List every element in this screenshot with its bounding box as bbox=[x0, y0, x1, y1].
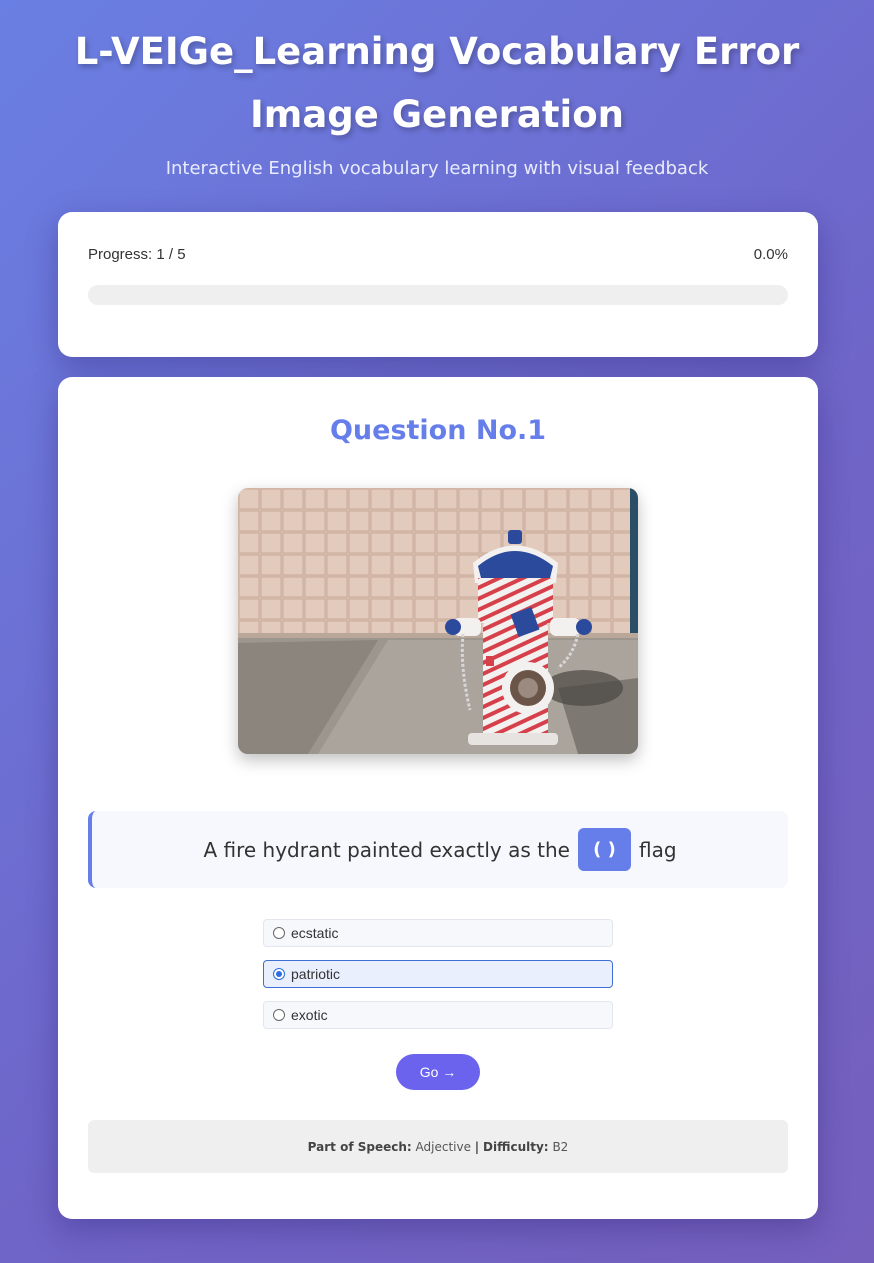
go-button-wrap: Go → bbox=[88, 1054, 788, 1090]
radio-button[interactable] bbox=[273, 1009, 285, 1021]
sentence-before: A fire hydrant painted exactly as the bbox=[203, 837, 570, 862]
answer-options: ecstatic patriotic exotic bbox=[263, 919, 613, 1029]
part-of-speech-value: Adjective bbox=[415, 1139, 471, 1154]
difficulty-value: B2 bbox=[552, 1139, 569, 1154]
option-ecstatic[interactable]: ecstatic bbox=[263, 919, 613, 947]
option-label: exotic bbox=[291, 1007, 328, 1023]
part-of-speech-label: Part of Speech: bbox=[307, 1139, 412, 1154]
option-exotic[interactable]: exotic bbox=[263, 1001, 613, 1029]
option-label: ecstatic bbox=[291, 925, 339, 941]
progress-row: Progress: 1 / 5 0.0% bbox=[88, 246, 788, 263]
sentence-after: flag bbox=[638, 837, 677, 862]
go-button[interactable]: Go → bbox=[396, 1054, 480, 1090]
question-title: Question No.1 bbox=[329, 415, 547, 446]
option-patriotic[interactable]: patriotic bbox=[263, 960, 613, 988]
answer-blank: ( ) bbox=[577, 828, 631, 871]
meta-separator: | bbox=[474, 1139, 480, 1154]
progress-percent: 0.0% bbox=[753, 246, 788, 263]
page-header: L-VEIGe_Learning Vocabulary Error Image … bbox=[0, 0, 874, 179]
progress-bar bbox=[88, 285, 788, 305]
fire-hydrant-illustration bbox=[238, 488, 638, 754]
option-label: patriotic bbox=[291, 966, 341, 982]
app-title: L-VEIGe_Learning Vocabulary Error Image … bbox=[74, 30, 800, 136]
sentence-box: A fire hydrant painted exactly as the ( … bbox=[88, 811, 788, 888]
app-subtitle: Interactive English vocabulary learning … bbox=[165, 158, 709, 179]
difficulty-label: Difficulty: bbox=[483, 1139, 549, 1154]
word-meta: Part of Speech: Adjective | Difficulty: … bbox=[88, 1120, 788, 1173]
progress-card: Progress: 1 / 5 0.0% bbox=[58, 212, 818, 357]
progress-label: Progress: 1 / 5 bbox=[88, 246, 186, 263]
fire-hydrant-photo bbox=[238, 488, 638, 754]
radio-button[interactable] bbox=[273, 927, 285, 939]
question-card: Question No.1 A fire hydrant painted exa… bbox=[58, 377, 818, 1219]
radio-button[interactable] bbox=[273, 968, 285, 980]
